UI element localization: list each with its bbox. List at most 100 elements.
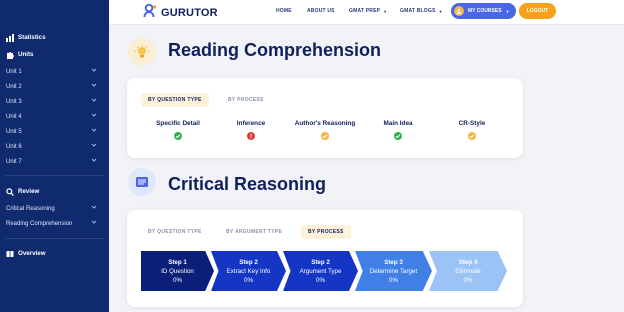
sidebar-item-review[interactable]: Review [0, 184, 109, 199]
sidebar-item-unit-2[interactable]: Unit 2 [0, 79, 109, 94]
nav-gmat-blogs-label: GMAT BLOGS [400, 8, 436, 14]
sidebar-item-unit-7[interactable]: Unit 7 [0, 154, 109, 169]
lightbulb-icon [128, 38, 156, 66]
sidebar-item-label: Unit 4 [6, 113, 22, 120]
process-step-2[interactable]: Step 2 Extract Key Info 0% [211, 251, 286, 291]
chevron-down-icon [91, 97, 97, 105]
section-title-critical-reasoning: Critical Reasoning [168, 174, 327, 194]
process-step-4[interactable]: Step 3 Determine Target 0% [355, 251, 432, 291]
tab-by-process[interactable]: BY PROCESS [301, 225, 351, 239]
step-percent: 0% [244, 276, 253, 284]
my-courses-button[interactable]: MY COURSES ▼ [451, 3, 516, 19]
alert-icon [247, 132, 255, 140]
chevron-down-icon [91, 112, 97, 120]
process-step-5[interactable]: Step 4 Eliminate 0% [429, 251, 507, 291]
tab-by-process[interactable]: BY PROCESS [221, 93, 271, 107]
sidebar: Statistics Units Unit 1 Unit 2 Unit 3 Un… [0, 0, 109, 312]
step-percent: 0% [173, 276, 182, 284]
step-number: Step 3 [384, 258, 403, 266]
sidebar-item-label: Unit 2 [6, 83, 22, 90]
nav-gmat-prep-label: GMAT PREP [349, 8, 381, 14]
step-name: Eliminate [455, 267, 481, 275]
step-number: Step 2 [239, 258, 258, 266]
sidebar-item-label: Statistics [18, 34, 46, 41]
brand-name: GURUTOR [161, 7, 218, 19]
check-icon [174, 132, 182, 140]
category-label: Author's Reasoning [294, 120, 356, 127]
nav-home[interactable]: HOME [276, 8, 292, 14]
step-name: Extract Key Info [226, 267, 271, 275]
step-name: ID Question [161, 267, 194, 275]
step-number: Step 1 [168, 258, 187, 266]
sidebar-item-unit-5[interactable]: Unit 5 [0, 124, 109, 139]
logout-button[interactable]: LOGOUT [519, 3, 556, 19]
step-name: Argument Type [299, 267, 342, 275]
partial-icon [321, 132, 329, 140]
sidebar-item-overview[interactable]: Overview [0, 246, 109, 261]
sidebar-item-label: Unit 3 [6, 98, 22, 105]
category-cr-style[interactable]: CR-Style [437, 120, 507, 145]
tab-by-question-type[interactable]: BY QUESTION TYPE [141, 93, 209, 107]
chevron-down-icon [91, 82, 97, 90]
step-number: Step 4 [458, 258, 478, 266]
step-name: Determine Target [369, 267, 418, 275]
category-specific-detail[interactable]: Specific Detail [143, 120, 213, 145]
logout-label: LOGOUT [526, 8, 549, 14]
rc-card: BY QUESTION TYPE BY PROCESS Specific Det… [127, 78, 523, 158]
process-step-3[interactable]: Step 2 Argument Type 0% [283, 251, 358, 291]
category-label: Specific Detail [156, 120, 200, 127]
chevron-down-icon [91, 157, 97, 165]
caret-down-icon: ▼ [505, 8, 510, 14]
sidebar-item-label: Unit 1 [6, 68, 22, 75]
category-label: Inference [236, 120, 266, 127]
step-percent: 0% [463, 276, 473, 284]
list-icon [128, 168, 156, 196]
sidebar-divider [5, 175, 104, 176]
sidebar-item-unit-4[interactable]: Unit 4 [0, 109, 109, 124]
check-icon [394, 132, 402, 140]
sidebar-item-label: Unit 6 [6, 143, 22, 150]
category-label: Main Idea [383, 120, 413, 127]
nav-gmat-prep[interactable]: GMAT PREP ▼ [349, 8, 387, 14]
logo-icon [143, 3, 158, 23]
sidebar-item-unit-3[interactable]: Unit 3 [0, 94, 109, 109]
search-icon [5, 187, 15, 197]
chevron-down-icon [91, 219, 97, 227]
partial-icon [468, 132, 476, 140]
my-courses-label: MY COURSES [468, 8, 502, 14]
sidebar-item-units[interactable]: Units [0, 47, 109, 62]
chevron-down-icon [91, 204, 97, 212]
sidebar-item-label: Units [18, 51, 34, 58]
chevron-down-icon [91, 127, 97, 135]
sidebar-item-label: Reading Comprehension [6, 220, 73, 227]
sidebar-item-review-reading-comprehension[interactable]: Reading Comprehension [0, 216, 109, 231]
chevron-down-icon [91, 142, 97, 150]
nav-about[interactable]: ABOUT US [307, 8, 335, 14]
step-number: Step 2 [311, 258, 330, 266]
process-step-1[interactable]: Step 1 ID Question 0% [141, 251, 214, 291]
category-authors-reasoning[interactable]: Author's Reasoning [290, 120, 360, 145]
sidebar-divider [5, 238, 104, 239]
category-main-idea[interactable]: Main Idea [363, 120, 433, 145]
nav-home-label: HOME [276, 8, 292, 14]
sidebar-item-statistics[interactable]: Statistics [0, 30, 109, 45]
tab-by-question-type[interactable]: BY QUESTION TYPE [141, 225, 209, 239]
sidebar-item-label: Unit 5 [6, 128, 22, 135]
step-percent: 0% [316, 276, 325, 284]
bar-chart-icon [5, 33, 15, 43]
book-icon [5, 249, 15, 259]
tab-by-argument-type[interactable]: BY ARGUMENT TYPE [219, 225, 289, 239]
category-inference[interactable]: Inference [216, 120, 286, 145]
avatar [454, 6, 464, 16]
sidebar-item-review-critical-reasoning[interactable]: Critical Reasoning [0, 201, 109, 216]
brand-logo[interactable]: GURUTOR [143, 3, 218, 23]
caret-down-icon: ▼ [383, 8, 388, 14]
sidebar-item-unit-6[interactable]: Unit 6 [0, 139, 109, 154]
sidebar-item-label: Review [18, 188, 40, 195]
sidebar-item-unit-1[interactable]: Unit 1 [0, 64, 109, 79]
sidebar-item-label: Overview [18, 250, 46, 257]
sidebar-item-label: Unit 7 [6, 158, 22, 165]
nav-gmat-blogs[interactable]: GMAT BLOGS ▼ [400, 8, 443, 14]
step-percent: 0% [389, 276, 398, 284]
chevron-down-icon [91, 67, 97, 75]
